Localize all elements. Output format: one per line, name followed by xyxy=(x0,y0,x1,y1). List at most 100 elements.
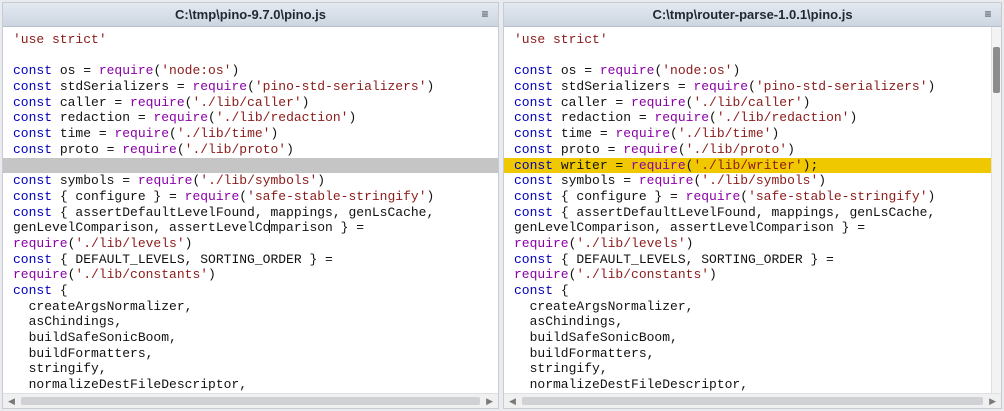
string-token: 'pino-std-serializers' xyxy=(254,79,427,95)
code-line[interactable]: require('./lib/constants') xyxy=(504,267,991,283)
code-line[interactable]: const redaction = require('./lib/redacti… xyxy=(3,110,498,126)
code-token: ) xyxy=(184,235,193,251)
keyword-token: const xyxy=(514,63,554,79)
code-token: createArgsNormalizer, xyxy=(514,298,694,314)
code-token: stringify, xyxy=(514,361,608,377)
left-horizontal-scrollbar[interactable]: ◀ ▶ xyxy=(3,393,498,408)
left-code-area[interactable]: 'use strict'​const os = require('node:os… xyxy=(3,32,498,393)
string-token: 'pino-std-serializers' xyxy=(755,79,928,95)
code-line[interactable]: ​ xyxy=(3,48,498,64)
code-token: { DEFAULT_LEVELS, SORTING_ORDER } = xyxy=(553,251,834,267)
code-line[interactable]: const { xyxy=(504,283,991,299)
code-line[interactable]: createArgsNormalizer, xyxy=(3,299,498,315)
code-token: ) xyxy=(317,173,326,189)
function-token: require xyxy=(514,267,569,283)
code-line[interactable]: createArgsNormalizer, xyxy=(504,299,991,315)
code-token: genLevelComparison, assertLevelCompariso… xyxy=(514,220,866,236)
keyword-token: const xyxy=(13,141,53,157)
code-line[interactable]: asChindings, xyxy=(504,314,991,330)
keyword-token: const xyxy=(13,126,53,142)
string-token: './lib/levels' xyxy=(75,235,185,251)
code-line[interactable]: const { assertDefaultLevelFound, mapping… xyxy=(504,205,991,221)
code-line[interactable]: const { configure } = require('safe-stab… xyxy=(504,189,991,205)
string-token: './lib/time' xyxy=(176,126,271,142)
code-line[interactable]: require('./lib/levels') xyxy=(3,236,498,252)
menu-icon[interactable]: ≡ xyxy=(981,7,995,22)
code-token: caller = xyxy=(52,94,131,110)
code-token: ) xyxy=(927,79,936,95)
code-line[interactable]: require('./lib/constants') xyxy=(3,267,498,283)
code-token: normalizeDestFileDescriptor, xyxy=(514,377,749,393)
function-token: require xyxy=(13,267,68,283)
code-line[interactable]: const symbols = require('./lib/symbols') xyxy=(3,173,498,189)
code-line[interactable]: const proto = require('./lib/proto') xyxy=(504,142,991,158)
code-line[interactable]: const proto = require('./lib/proto') xyxy=(3,142,498,158)
code-line[interactable]: normalizeDestFileDescriptor, xyxy=(3,377,498,393)
diff-gap-line[interactable]: ​ xyxy=(3,157,498,174)
code-token: ) xyxy=(849,110,858,126)
code-token: ( xyxy=(670,126,678,142)
code-line[interactable]: buildSafeSonicBoom, xyxy=(3,330,498,346)
right-horizontal-scroll-thumb[interactable] xyxy=(522,397,983,405)
code-line[interactable]: normalizeDestFileDescriptor, xyxy=(504,377,991,393)
code-line[interactable]: const stdSerializers = require('pino-std… xyxy=(504,79,991,95)
code-token: ); xyxy=(802,157,819,173)
code-token: ) xyxy=(426,188,435,204)
scroll-left-icon[interactable]: ◀ xyxy=(8,395,15,408)
code-line[interactable]: const os = require('node:os') xyxy=(3,63,498,79)
code-line[interactable]: buildFormatters, xyxy=(504,346,991,362)
scroll-left-icon[interactable]: ◀ xyxy=(509,395,516,408)
code-line[interactable]: genLevelComparison, assertLevelCompariso… xyxy=(504,220,991,236)
code-line[interactable]: buildSafeSonicBoom, xyxy=(504,330,991,346)
string-token: './lib/levels' xyxy=(576,235,686,251)
code-line[interactable]: asChindings, xyxy=(3,314,498,330)
code-line[interactable]: stringify, xyxy=(3,361,498,377)
code-line[interactable]: const { assertDefaultLevelFound, mapping… xyxy=(3,205,498,221)
code-line[interactable]: require('./lib/levels') xyxy=(504,236,991,252)
code-line[interactable]: const caller = require('./lib/caller') xyxy=(504,95,991,111)
code-line[interactable]: 'use strict' xyxy=(504,32,991,48)
code-line[interactable]: const caller = require('./lib/caller') xyxy=(3,95,498,111)
code-line[interactable]: const time = require('./lib/time') xyxy=(504,126,991,142)
code-token: proto = xyxy=(553,141,624,157)
code-line[interactable]: const { configure } = require('safe-stab… xyxy=(3,189,498,205)
right-vertical-scroll-thumb[interactable] xyxy=(993,47,1000,93)
code-token: buildSafeSonicBoom, xyxy=(514,330,678,346)
code-line[interactable]: const { DEFAULT_LEVELS, SORTING_ORDER } … xyxy=(3,252,498,268)
right-horizontal-scrollbar[interactable]: ◀ ▶ xyxy=(504,393,1001,408)
code-token: ) xyxy=(771,126,780,142)
code-line[interactable]: const redaction = require('./lib/redacti… xyxy=(504,110,991,126)
code-token: ) xyxy=(927,188,936,204)
code-line[interactable]: const os = require('node:os') xyxy=(504,63,991,79)
left-horizontal-scroll-thumb[interactable] xyxy=(21,397,480,405)
keyword-token: const xyxy=(514,141,554,157)
code-token: { assertDefaultLevelFound, mappings, gen… xyxy=(553,204,936,220)
code-line[interactable]: const time = require('./lib/time') xyxy=(3,126,498,142)
right-code-area[interactable]: 'use strict'​const os = require('node:os… xyxy=(504,32,991,393)
code-token: ) xyxy=(301,94,310,110)
string-token: './lib/proto' xyxy=(685,141,788,157)
code-token: ( xyxy=(709,110,717,126)
menu-icon[interactable]: ≡ xyxy=(478,7,492,22)
code-token: ) xyxy=(208,267,216,283)
code-token: ( xyxy=(176,141,185,157)
right-vertical-scrollbar[interactable] xyxy=(991,27,1001,393)
code-token: ) xyxy=(270,126,279,142)
code-line[interactable]: const { xyxy=(3,283,498,299)
scroll-right-icon[interactable]: ▶ xyxy=(486,395,493,408)
code-line[interactable]: ​ xyxy=(504,48,991,64)
code-line[interactable]: stringify, xyxy=(504,361,991,377)
string-token: './lib/symbols' xyxy=(200,173,318,189)
code-token: ) xyxy=(685,235,694,251)
code-line[interactable]: const { DEFAULT_LEVELS, SORTING_ORDER } … xyxy=(504,252,991,268)
code-line[interactable]: const stdSerializers = require('pino-std… xyxy=(3,79,498,95)
added-code-line[interactable]: const writer = require('./lib/writer'); xyxy=(504,157,991,174)
scroll-right-icon[interactable]: ▶ xyxy=(989,395,996,408)
left-pane-header: C:\tmp\pino-9.7.0\pino.js ≡ xyxy=(3,3,498,27)
string-token: './lib/constants' xyxy=(75,267,209,283)
code-line[interactable]: genLevelComparison, assertLevelCompariso… xyxy=(3,220,498,236)
code-line[interactable]: const symbols = require('./lib/symbols') xyxy=(504,173,991,189)
code-line[interactable]: 'use strict' xyxy=(3,32,498,48)
code-line[interactable]: buildFormatters, xyxy=(3,346,498,362)
keyword-token: const xyxy=(514,79,554,95)
